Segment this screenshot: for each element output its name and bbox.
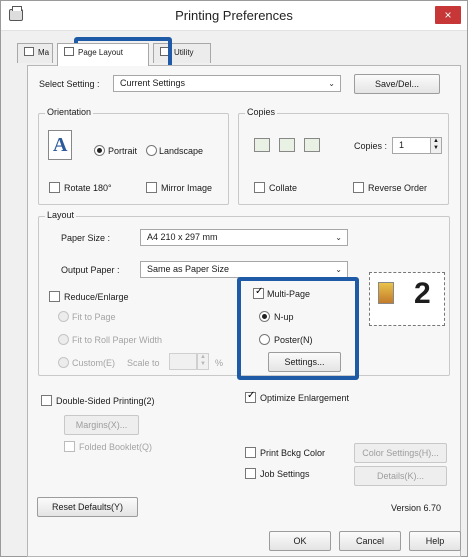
collate-checkbox[interactable] — [254, 182, 265, 193]
double-sided-checkbox[interactable] — [41, 395, 52, 406]
optimize-enlargement-checkbox[interactable] — [245, 390, 256, 403]
optimize-enlargement-label: Optimize Enlargement — [260, 393, 350, 403]
rotate-180-checkbox[interactable] — [49, 182, 60, 193]
job-settings-checkbox[interactable] — [245, 468, 256, 479]
folded-booklet-checkbox[interactable] — [64, 441, 75, 452]
select-setting-combo[interactable]: Current Settings ⌄ — [113, 75, 341, 92]
select-setting-value: Current Settings — [120, 78, 186, 88]
layout-group-label: Layout — [45, 210, 77, 220]
close-button[interactable]: × — [435, 6, 461, 24]
ok-button[interactable]: OK — [269, 531, 331, 551]
chevron-down-icon: ⌄ — [335, 265, 342, 274]
double-sided-label: Double-Sided Printing(2) — [56, 396, 155, 406]
custom-radio[interactable] — [58, 357, 69, 368]
chevron-down-icon: ⌄ — [328, 79, 335, 88]
mirror-image-label: Mirror Image — [161, 183, 213, 193]
title-bar: Printing Preferences × — [1, 1, 467, 31]
tab-main[interactable]: Ma — [17, 43, 53, 63]
cancel-button[interactable]: Cancel — [339, 531, 401, 551]
output-paper-combo[interactable]: Same as Paper Size ⌄ — [140, 261, 348, 278]
version-label: Version 6.70 — [391, 503, 442, 513]
copies-value: 1 — [399, 140, 405, 150]
window-title: Printing Preferences — [175, 8, 293, 23]
rotate-180-label: Rotate 180° — [64, 183, 112, 193]
landscape-label: Landscape — [159, 146, 204, 156]
fit-roll-radio[interactable] — [58, 334, 69, 345]
copies-label: Copies : — [354, 141, 388, 151]
print-bckg-color-checkbox[interactable] — [245, 447, 256, 458]
scale-to-label: Scale to — [127, 358, 160, 368]
layout-preview: 2 — [369, 272, 445, 326]
paper-size-label: Paper Size : — [61, 233, 111, 243]
output-paper-label: Output Paper : — [61, 265, 120, 275]
scale-spinner[interactable]: ▲ ▼ — [197, 353, 209, 370]
reset-defaults-button[interactable]: Reset Defaults(Y) — [37, 497, 138, 517]
reduce-enlarge-label: Reduce/Enlarge — [64, 292, 129, 302]
collate-label: Collate — [269, 183, 298, 193]
mirror-image-checkbox[interactable] — [146, 182, 157, 193]
tab-main-label: Ma — [38, 48, 50, 57]
job-settings-label: Job Settings — [260, 469, 310, 479]
print-bckg-color-label: Print Bckg Color — [260, 448, 326, 458]
paper-size-combo[interactable]: A4 210 x 297 mm ⌄ — [140, 229, 348, 246]
letter-a-glyph: A — [53, 134, 68, 156]
collate-page-icon-3 — [304, 138, 320, 152]
fit-to-page-radio[interactable] — [58, 311, 69, 322]
landscape-radio[interactable] — [146, 145, 157, 156]
copies-input[interactable]: 1 — [392, 137, 431, 154]
reverse-order-checkbox[interactable] — [353, 182, 364, 193]
copies-group-label: Copies — [245, 107, 278, 117]
preview-page-number: 2 — [414, 277, 431, 310]
output-paper-value: Same as Paper Size — [147, 264, 230, 274]
details-button[interactable]: Details(K)... — [354, 466, 447, 486]
scale-input[interactable] — [169, 353, 197, 370]
collate-page-icon-2 — [279, 138, 295, 152]
folded-booklet-label: Folded Booklet(Q) — [79, 442, 153, 452]
tab-utility-label: Utility — [174, 48, 194, 57]
save-del-button[interactable]: Save/Del... — [354, 74, 440, 94]
printing-preferences-window: Printing Preferences × Ma Page Layout Ut… — [0, 0, 468, 557]
portrait-label: Portrait — [108, 146, 138, 156]
fit-to-page-label: Fit to Page — [72, 312, 116, 322]
tab-page-layout[interactable]: Page Layout — [57, 43, 149, 66]
portrait-page-icon: A — [48, 130, 72, 160]
percent-label: % — [215, 358, 224, 368]
orientation-group-label: Orientation — [45, 107, 94, 117]
paper-size-value: A4 210 x 297 mm — [147, 232, 218, 242]
multi-page-highlight-box — [237, 277, 359, 380]
main-tab-icon — [24, 47, 34, 56]
reverse-order-label: Reverse Order — [368, 183, 428, 193]
preview-thumbnail — [378, 282, 394, 304]
fit-roll-label: Fit to Roll Paper Width — [72, 335, 163, 345]
select-setting-label: Select Setting : — [39, 79, 100, 89]
page-layout-icon — [64, 47, 74, 56]
copies-spinner[interactable]: ▲ ▼ — [430, 137, 442, 154]
help-button[interactable]: Help — [409, 531, 461, 551]
chevron-down-icon: ⌄ — [335, 233, 342, 242]
custom-label: Custom(E) — [72, 358, 116, 368]
tab-page-layout-label: Page Layout — [78, 48, 123, 57]
reduce-enlarge-checkbox[interactable] — [49, 291, 60, 302]
portrait-radio[interactable] — [94, 145, 105, 156]
collate-page-icon-1 — [254, 138, 270, 152]
margins-button[interactable]: Margins(X)... — [64, 415, 139, 435]
color-settings-button[interactable]: Color Settings(H)... — [354, 443, 447, 463]
